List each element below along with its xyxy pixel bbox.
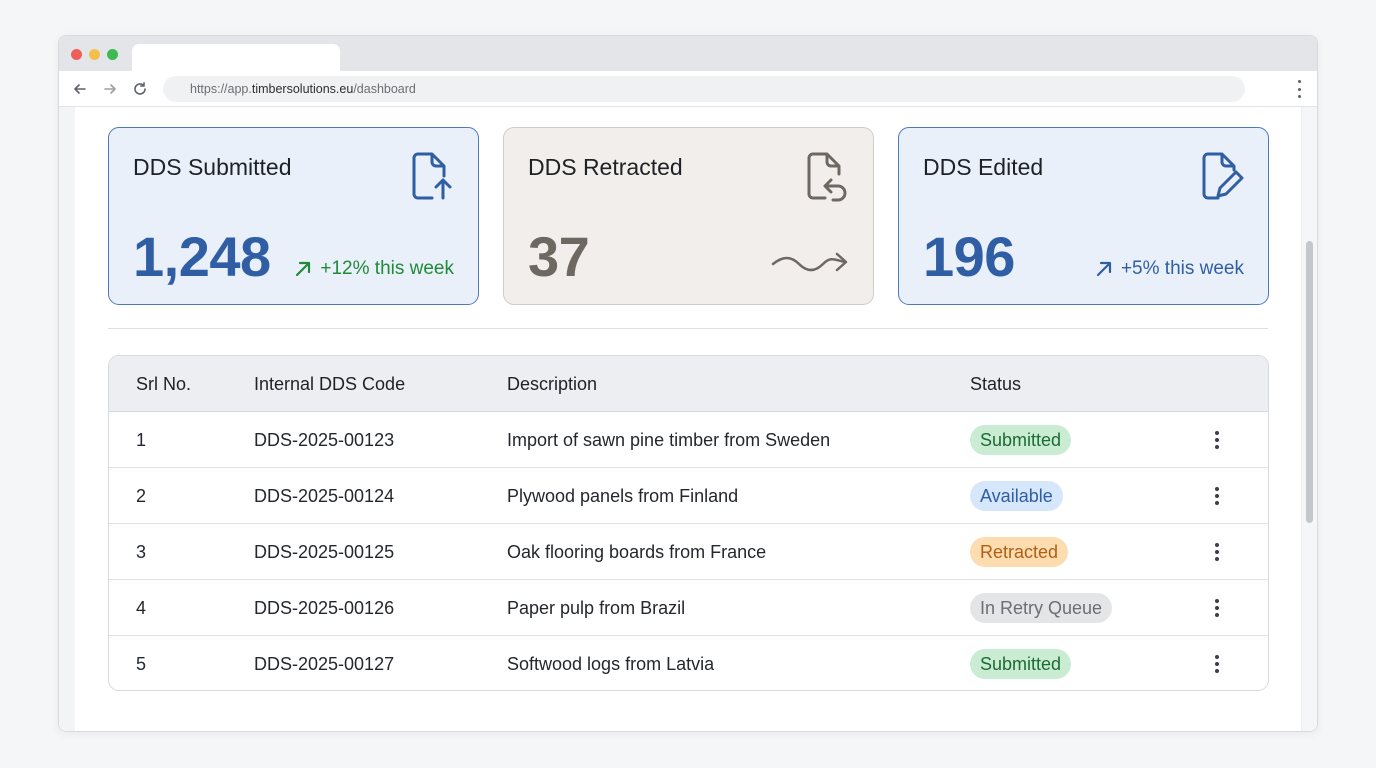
header-description[interactable]: Description: [507, 356, 597, 412]
card-trend: +12% this week: [294, 258, 454, 280]
row-code: DDS-2025-00127: [254, 654, 395, 674]
trend-up-arrow-icon: [296, 261, 311, 277]
row-srl: 1: [136, 430, 147, 450]
url-domain: timbersolutions.eu: [251, 82, 354, 96]
back-button[interactable]: [69, 78, 91, 100]
row-actions-menu-icon[interactable]: [1207, 486, 1227, 506]
left-gutter: [59, 107, 75, 731]
arrow-left-icon: [74, 84, 86, 94]
trend-up-arrow-icon: [1096, 261, 1112, 277]
vertical-scrollbar[interactable]: [1301, 107, 1317, 731]
header-internal-dds-code[interactable]: Internal DDS Code: [254, 356, 405, 412]
table-row[interactable]: 3 DDS-2025-00125 Oak flooring boards fro…: [109, 524, 1268, 580]
dds-retracted-card[interactable]: DDS Retracted 37: [503, 127, 874, 305]
card-trend: +5% this week: [1095, 258, 1244, 280]
row-description: Oak flooring boards from France: [507, 542, 767, 562]
row-actions-menu-icon[interactable]: [1207, 542, 1227, 562]
status-badge: Available: [970, 481, 1063, 511]
card-title: DDS Edited: [923, 154, 1044, 180]
row-actions-menu-icon[interactable]: [1207, 598, 1227, 618]
status-badge: Submitted: [970, 649, 1072, 679]
file-upload-icon: [412, 152, 452, 200]
row-code: DDS-2025-00125: [254, 542, 395, 562]
table-row[interactable]: 5 DDS-2025-00127 Softwood logs from Latv…: [109, 636, 1268, 690]
wave-arrow-icon: [771, 252, 848, 272]
row-description: Softwood logs from Latvia: [507, 654, 715, 674]
status-badge: Retracted: [970, 537, 1069, 567]
maximize-window-button[interactable]: [107, 49, 118, 60]
browser-menu-button[interactable]: [1295, 80, 1303, 98]
address-bar[interactable]: https://app.timbersolutions.eu/dashboard: [163, 76, 1245, 102]
row-srl: 4: [136, 598, 147, 618]
row-actions-menu-icon[interactable]: [1207, 654, 1227, 674]
row-description: Plywood panels from Finland: [507, 486, 739, 506]
file-return-icon: [807, 152, 847, 202]
header-srl-no[interactable]: Srl No.: [136, 356, 191, 412]
section-divider: [108, 328, 1268, 329]
dds-edited-card[interactable]: DDS Edited 196 +5% this week: [898, 127, 1269, 305]
reload-icon: [134, 82, 146, 95]
file-edit-icon: [1202, 152, 1244, 200]
url-prefix: https://app.: [190, 82, 252, 96]
row-srl: 3: [136, 542, 147, 562]
table-row[interactable]: 4 DDS-2025-00126 Paper pulp from Brazil …: [109, 580, 1268, 636]
browser-toolbar: https://app.timbersolutions.eu/dashboard: [59, 71, 1317, 107]
card-value: 1,248: [133, 225, 271, 288]
card-trend: [771, 248, 849, 276]
arrow-right-icon: [104, 84, 116, 94]
row-description: Paper pulp from Brazil: [507, 598, 686, 618]
row-description: Import of sawn pine timber from Sweden: [507, 430, 831, 450]
status-badge: Submitted: [970, 425, 1072, 455]
card-trend-text: +12% this week: [320, 258, 454, 279]
url-path: /dashboard: [353, 82, 416, 96]
row-srl: 5: [136, 654, 147, 674]
reload-button[interactable]: [129, 78, 151, 100]
dds-submitted-card[interactable]: DDS Submitted 1,248 +12% this week: [108, 127, 479, 305]
scrollbar-thumb[interactable]: [1306, 241, 1313, 523]
card-trend-text: +5% this week: [1120, 258, 1244, 279]
row-code: DDS-2025-00123: [254, 430, 395, 450]
browser-tab-active[interactable]: [132, 44, 340, 72]
table-header: Srl No. Internal DDS Code Description St…: [109, 356, 1268, 412]
row-actions-menu-icon[interactable]: [1207, 430, 1227, 450]
close-window-button[interactable]: [71, 49, 82, 60]
table-row[interactable]: 2 DDS-2025-00124 Plywood panels from Fin…: [109, 468, 1268, 524]
page-viewport: DDS Submitted 1,248 +12% this week DDS R…: [59, 107, 1317, 731]
card-title: DDS Submitted: [133, 154, 292, 180]
header-status[interactable]: Status: [970, 356, 1021, 412]
status-badge: In Retry Queue: [970, 593, 1113, 623]
card-value: 37: [528, 225, 590, 288]
minimize-window-button[interactable]: [89, 49, 100, 60]
table-row[interactable]: 1 DDS-2025-00123 Import of sawn pine tim…: [109, 412, 1268, 468]
row-code: DDS-2025-00124: [254, 486, 395, 506]
forward-button[interactable]: [99, 78, 121, 100]
tab-bar: [59, 36, 1317, 72]
row-srl: 2: [136, 486, 147, 506]
dds-table: Srl No. Internal DDS Code Description St…: [108, 355, 1269, 691]
card-value: 196: [923, 225, 1015, 288]
browser-window: https://app.timbersolutions.eu/dashboard…: [58, 35, 1318, 732]
row-code: DDS-2025-00126: [254, 598, 395, 618]
card-title: DDS Retracted: [528, 154, 683, 180]
